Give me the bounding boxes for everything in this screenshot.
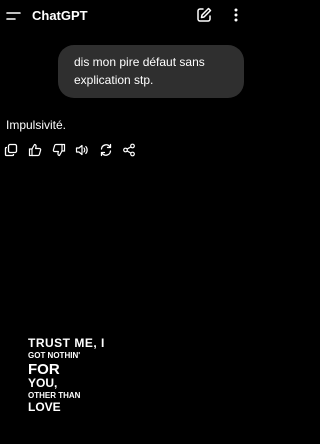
- poster-line: GOT NOTHIN': [28, 351, 81, 360]
- speaker-icon: [75, 144, 88, 156]
- thumbs-up-icon: [28, 143, 42, 157]
- poster-line: YOU,: [28, 376, 58, 390]
- poster-line: FOR: [28, 361, 60, 378]
- more-options-button[interactable]: [230, 6, 242, 24]
- read-aloud-button[interactable]: [75, 143, 89, 157]
- regenerate-icon: [100, 143, 112, 157]
- app-title: ChatGPT: [32, 8, 88, 23]
- poster-line: LOVE: [28, 400, 61, 414]
- more-vertical-icon: [234, 8, 238, 22]
- share-button[interactable]: [122, 143, 136, 157]
- new-chat-button[interactable]: [195, 6, 213, 24]
- thumbs-up-button[interactable]: [28, 143, 42, 157]
- top-bar: ChatGPT: [0, 0, 250, 32]
- poster-line: TRUST ME, I: [28, 336, 105, 350]
- thumbs-down-button[interactable]: [52, 143, 66, 157]
- menu-icon: [6, 12, 21, 20]
- assistant-message: Impulsivité.: [6, 118, 67, 132]
- background-poster-text: TRUST ME, I GOT NOTHIN' FOR YOU, OTHER T…: [28, 336, 105, 413]
- user-message-line: explication stp.: [74, 73, 154, 87]
- edit-icon: [197, 7, 212, 22]
- copy-icon: [4, 143, 18, 157]
- menu-button[interactable]: [6, 9, 22, 23]
- user-message-line: dis mon pire défaut sans: [74, 55, 205, 69]
- user-message-bubble: dis mon pire défaut sans explication stp…: [58, 45, 244, 98]
- copy-button[interactable]: [4, 143, 18, 157]
- share-icon: [123, 143, 135, 157]
- thumbs-down-icon: [52, 143, 66, 157]
- regenerate-button[interactable]: [99, 143, 113, 157]
